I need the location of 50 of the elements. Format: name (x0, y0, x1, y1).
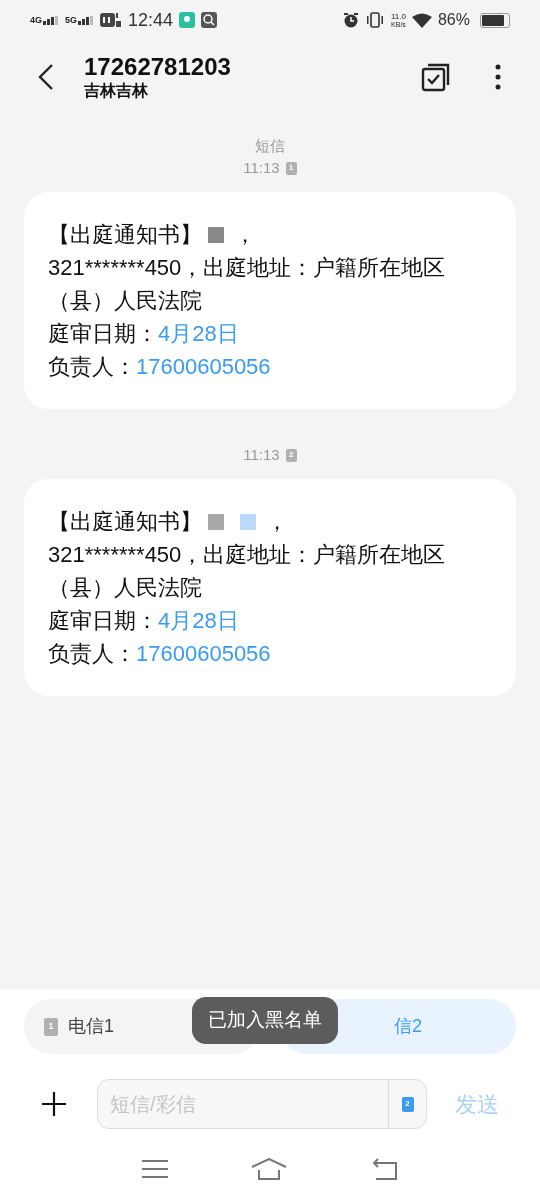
comma-text: ， (266, 508, 288, 536)
home-button[interactable] (251, 1158, 287, 1180)
field-label: 负责人： (48, 640, 136, 668)
comma-text: ， (234, 221, 256, 249)
battery-icon (480, 12, 510, 28)
sim-badge: 1 (44, 1017, 58, 1036)
sim-badge: 1 (285, 161, 297, 175)
sim-badge[interactable]: 2 (401, 1096, 414, 1112)
sim-badge: 2 (285, 448, 297, 462)
wifi-icon (411, 12, 432, 28)
menu-icon (141, 1159, 168, 1179)
contact-number: 17262781203 (84, 53, 232, 81)
blacklist-toast: 已加入黑名单 (192, 997, 338, 1044)
field-label: 庭审日期： (48, 607, 158, 635)
back-nav-icon (370, 1158, 399, 1180)
hd-icon (100, 12, 123, 28)
message-text: 321*******450，出庭地址：户籍所在地区（县）人民法院 (48, 541, 447, 602)
message-link[interactable]: 17600605056 (136, 637, 271, 670)
contact-location: 吉林吉林 (84, 81, 149, 101)
section-label: 短信 (255, 136, 285, 156)
search-app-icon (201, 12, 218, 28)
field-label: 庭审日期： (48, 320, 158, 348)
app-icon (179, 12, 196, 28)
message-link[interactable]: 17600605056 (136, 350, 271, 383)
back-icon (38, 63, 54, 91)
back-nav-button[interactable] (370, 1158, 399, 1180)
network-label: 5G (65, 15, 78, 25)
multi-select-icon (421, 62, 451, 92)
alarm-icon (343, 12, 359, 28)
menu-button[interactable] (141, 1159, 168, 1179)
multi-select-button[interactable] (420, 61, 452, 93)
message-time: 11:13 (243, 445, 280, 465)
message-time: 11:13 (243, 158, 280, 178)
message-text: 321*******450，出庭地址：户籍所在地区（县）人民法院 (48, 254, 447, 315)
home-icon (251, 1158, 287, 1180)
vibrate-icon (365, 12, 385, 28)
add-button[interactable] (40, 1090, 68, 1118)
field-label: 负责人： (48, 353, 136, 381)
add-icon (41, 1091, 67, 1117)
message-title: 【出庭通知书】 (48, 221, 202, 249)
message-link[interactable]: 4月28日 (158, 317, 239, 350)
network-speed: 11.0 (391, 12, 406, 21)
signal-icon (43, 15, 59, 25)
message-title: 【出庭通知书】 (48, 508, 202, 536)
network-label: 4G (30, 15, 42, 25)
more-icon (495, 64, 501, 90)
message-link[interactable]: 4月28日 (158, 604, 239, 637)
signal-icon (78, 15, 95, 25)
battery-percent: 86% (437, 10, 470, 30)
status-time: 12:44 (128, 8, 174, 32)
